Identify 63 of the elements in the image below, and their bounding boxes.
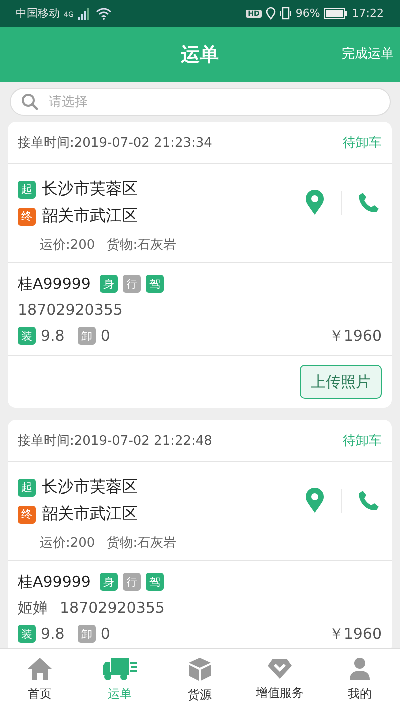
nav-tab[interactable]: 货源: [160, 649, 240, 711]
order-status: 待卸车: [343, 134, 382, 152]
order-time: 接单时间:2019-07-02 21:22:48: [18, 432, 212, 450]
unload-tag: 卸: [78, 625, 96, 643]
vibrate-icon: [280, 7, 292, 20]
load-tag: 装: [18, 327, 36, 345]
freight-rate: 运价:200: [40, 535, 96, 552]
document-tag: 身: [100, 275, 118, 293]
map-pin-icon[interactable]: [305, 190, 325, 216]
unload-tag: 卸: [78, 327, 96, 345]
box-icon: [188, 656, 212, 682]
unload-weight: 0: [100, 327, 110, 345]
phone-icon[interactable]: [358, 192, 380, 214]
license-plate: 桂A99999: [18, 274, 91, 294]
map-pin-icon[interactable]: [305, 488, 325, 514]
search-field[interactable]: 请选择: [10, 88, 391, 116]
search-input[interactable]: 请选择: [49, 94, 380, 110]
document-tag: 身: [100, 573, 118, 591]
wifi-icon: [96, 8, 112, 20]
stop-tag: 起: [18, 180, 36, 198]
license-plate: 桂A99999: [18, 572, 91, 592]
load-tag: 装: [18, 625, 36, 643]
carrier-name: 中国移动: [16, 6, 60, 21]
battery-percent: 96%: [296, 7, 320, 20]
document-tag: 行: [122, 275, 141, 293]
stop-tag: 终: [18, 506, 36, 524]
diamond-icon: [267, 658, 293, 680]
truck-icon: [102, 657, 138, 681]
order-status: 待卸车: [343, 432, 382, 450]
order-time: 接单时间:2019-07-02 21:23:34: [18, 134, 212, 152]
stop-place: 长沙市芙蓉区: [42, 477, 138, 498]
stop-place: 韶关市武江区: [42, 504, 138, 525]
cargo-type: 货物:石灰岩: [107, 237, 177, 254]
stop-tag: 终: [18, 208, 36, 226]
driver-name: 姬婵: [18, 598, 48, 618]
stop-place: 长沙市芙蓉区: [42, 179, 138, 200]
document-tag: 驾: [146, 275, 164, 293]
page-title: 运单: [181, 42, 219, 68]
order-price: ￥1960: [328, 326, 382, 346]
freight-rate: 运价:200: [40, 237, 96, 254]
nav-tab[interactable]: 首页: [0, 649, 80, 711]
stop-tag: 起: [18, 478, 36, 496]
home-icon: [27, 657, 53, 681]
upload-photos-button[interactable]: 上传照片: [300, 365, 382, 399]
person-icon: [349, 657, 371, 681]
document-tag: 行: [122, 573, 141, 591]
search-icon: [21, 93, 39, 111]
cargo-type: 货物:石灰岩: [107, 535, 177, 552]
document-tag: 驾: [146, 573, 164, 591]
clock-time: 17:22: [352, 7, 384, 20]
battery-icon: [324, 8, 348, 19]
order-price: ￥1960: [328, 624, 382, 644]
unload-weight: 0: [100, 625, 110, 643]
phone-number: 18702920355: [60, 599, 165, 617]
location-icon: [266, 7, 276, 20]
stop-place: 韶关市武江区: [42, 206, 138, 227]
nav-tab[interactable]: 我的: [320, 649, 400, 711]
nav-tab[interactable]: 增值服务: [240, 649, 320, 711]
phone-number: 18702920355: [18, 301, 123, 319]
load-weight: 9.8: [41, 625, 65, 643]
load-weight: 9.8: [41, 327, 65, 345]
signal-icon: [78, 8, 92, 20]
phone-icon[interactable]: [358, 490, 380, 512]
